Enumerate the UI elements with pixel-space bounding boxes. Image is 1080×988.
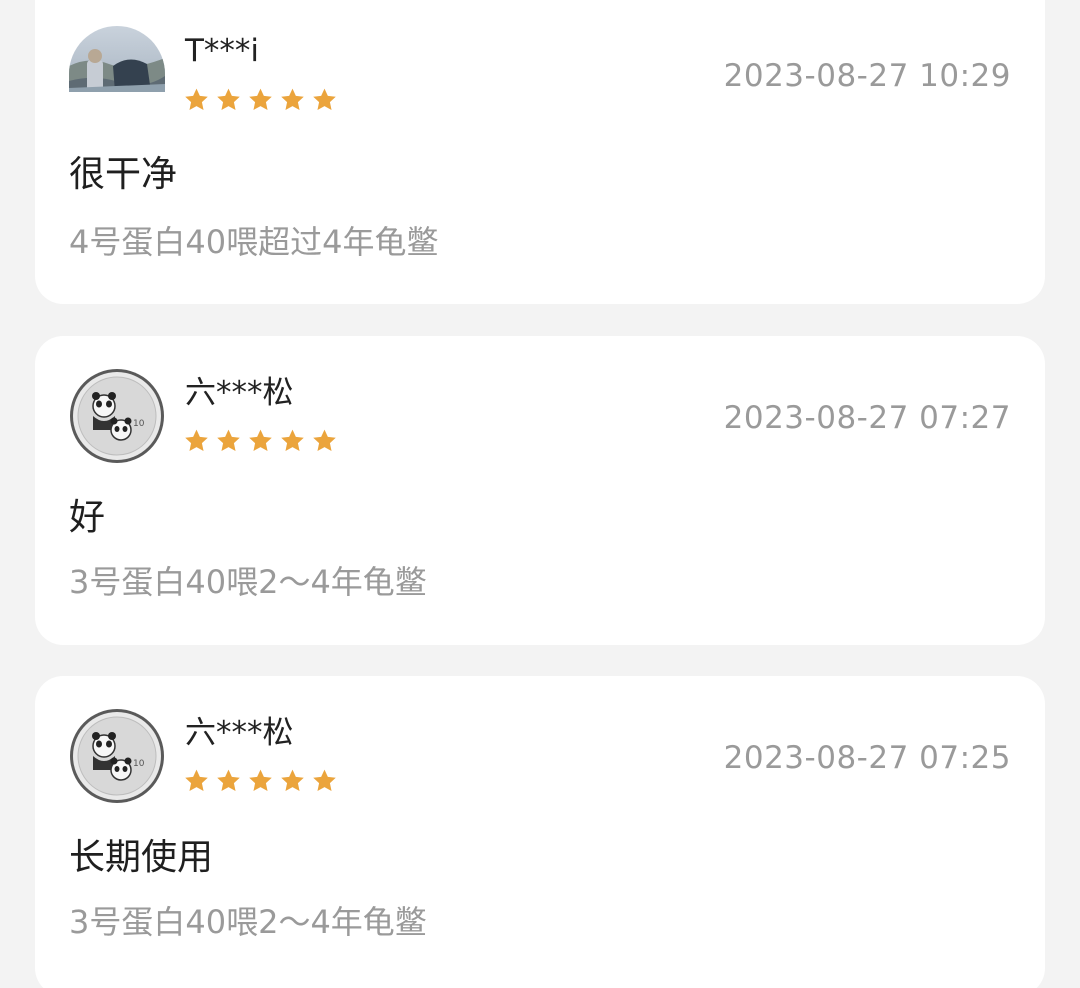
avatar[interactable]: 10 <box>69 368 165 464</box>
star-icon <box>215 428 242 454</box>
rating-stars <box>183 428 338 454</box>
star-icon <box>311 428 338 454</box>
svg-text:10: 10 <box>133 419 145 429</box>
star-icon <box>279 768 306 794</box>
review-text: 长期使用 <box>69 837 214 878</box>
star-icon <box>247 428 274 454</box>
username: 六***松 <box>185 375 294 411</box>
purchased-variant: 4号蛋白40喂超过4年龟鳖 <box>69 223 439 261</box>
panda-coin-avatar-icon: 10 <box>70 709 164 803</box>
star-icon <box>183 428 210 454</box>
username: 六***松 <box>185 715 294 751</box>
panda-coin-avatar-icon: 10 <box>70 369 164 463</box>
review-card[interactable]: 10 六***松 2023-08-27 07:27 好 3号蛋白40喂2～4年龟… <box>35 336 1045 645</box>
landscape-photo-avatar-icon <box>69 26 165 92</box>
rating-stars <box>183 768 338 794</box>
svg-text:10: 10 <box>133 759 145 769</box>
review-text: 好 <box>69 497 106 538</box>
review-text: 很干净 <box>69 154 178 195</box>
review-timestamp: 2023-08-27 07:27 <box>723 400 1011 436</box>
username: T***i <box>185 33 260 69</box>
rating-stars <box>183 87 338 113</box>
star-icon <box>279 87 306 113</box>
review-card[interactable]: 10 六***松 2023-08-27 07:25 长期使用 3号蛋白40喂2～… <box>35 676 1045 988</box>
star-icon <box>215 87 242 113</box>
review-timestamp: 2023-08-27 10:29 <box>723 58 1011 94</box>
star-icon <box>311 87 338 113</box>
star-icon <box>183 768 210 794</box>
purchased-variant: 3号蛋白40喂2～4年龟鳖 <box>69 563 427 601</box>
star-icon <box>183 87 210 113</box>
review-card[interactable]: T***i 2023-08-27 10:29 很干净 4号蛋白40喂超过4年龟鳖 <box>35 0 1045 304</box>
star-icon <box>247 768 274 794</box>
avatar[interactable]: 10 <box>69 708 165 804</box>
review-timestamp: 2023-08-27 07:25 <box>723 740 1011 776</box>
star-icon <box>247 87 274 113</box>
review-list: T***i 2023-08-27 10:29 很干净 4号蛋白40喂超过4年龟鳖 <box>0 0 1080 988</box>
star-icon <box>311 768 338 794</box>
star-icon <box>279 428 306 454</box>
avatar[interactable] <box>69 26 165 92</box>
star-icon <box>215 768 242 794</box>
purchased-variant: 3号蛋白40喂2～4年龟鳖 <box>69 903 427 941</box>
